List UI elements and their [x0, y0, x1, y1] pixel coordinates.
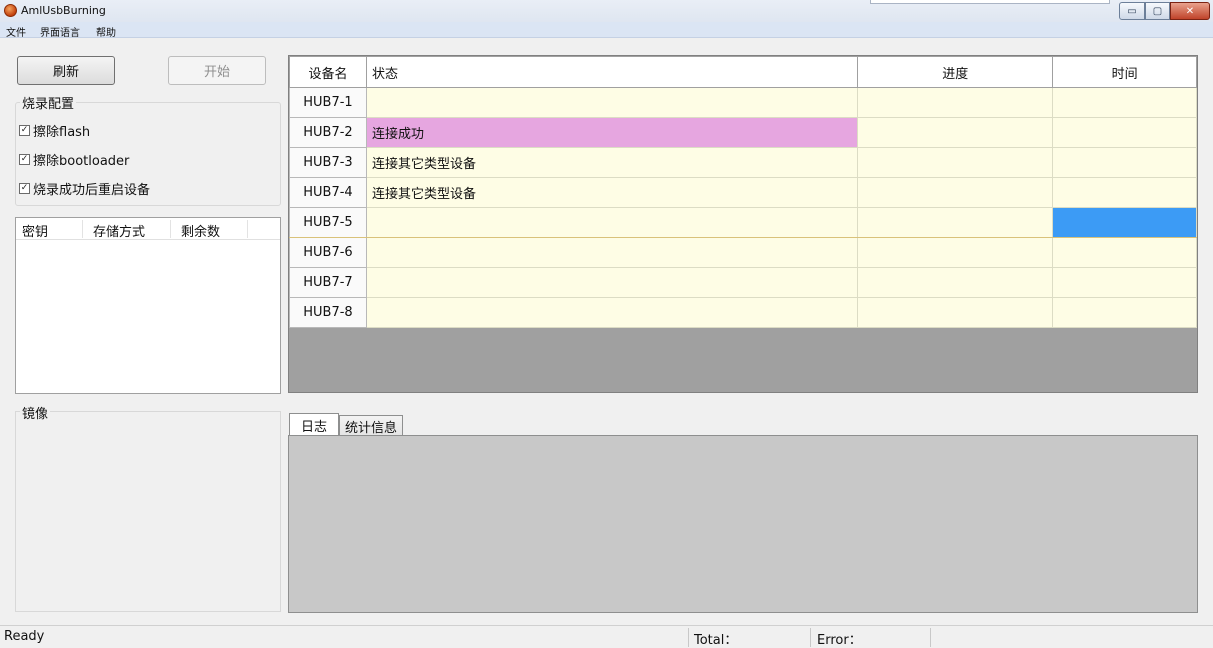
erase-flash-option[interactable]: ✓ 擦除flash	[19, 121, 90, 140]
status-divider	[810, 628, 811, 647]
total-label: Total：	[694, 633, 738, 648]
device-grid: 设备名 状态 进度 时间 HUB7-1 HUB7-2 连接成功 HUB7-3 连…	[288, 55, 1198, 393]
progress-cell[interactable]	[857, 237, 1054, 268]
status-bar: Ready Total： Error：	[0, 625, 1213, 648]
maximize-button[interactable]: ▢	[1145, 2, 1170, 20]
time-cell[interactable]	[1052, 237, 1197, 268]
table-row[interactable]: HUB7-3 连接其它类型设备	[289, 147, 1197, 178]
mirror-title: 镜像	[20, 403, 51, 422]
table-row[interactable]: HUB7-2 连接成功	[289, 117, 1197, 148]
progress-header[interactable]: 进度	[857, 56, 1054, 88]
table-row[interactable]: HUB7-8	[289, 297, 1197, 328]
title-bar-decoration	[870, 0, 1110, 4]
progress-cell[interactable]	[857, 267, 1054, 298]
key-column-header[interactable]: 密钥	[22, 221, 48, 240]
progress-cell[interactable]	[857, 207, 1054, 238]
status-divider	[688, 628, 689, 647]
status-cell[interactable]	[365, 297, 859, 328]
key-list-header: 密钥 存储方式 剩余数	[16, 218, 280, 240]
time-cell-selected[interactable]	[1052, 207, 1197, 238]
start-button[interactable]: 开始	[168, 56, 266, 85]
status-cell[interactable]: 连接其它类型设备	[365, 147, 859, 178]
burn-config-title: 烧录配置	[20, 93, 77, 112]
app-icon	[4, 4, 17, 17]
device-name-cell[interactable]: HUB7-6	[289, 237, 367, 268]
time-header[interactable]: 时间	[1052, 56, 1197, 88]
progress-cell[interactable]	[857, 117, 1054, 148]
key-list[interactable]: 密钥 存储方式 剩余数	[15, 217, 281, 394]
time-cell[interactable]	[1052, 267, 1197, 298]
menu-language[interactable]: 界面语言	[40, 24, 80, 39]
erase-bootloader-checkbox[interactable]: ✓	[19, 154, 30, 165]
table-row[interactable]: HUB7-6	[289, 237, 1197, 268]
status-cell[interactable]: 连接其它类型设备	[365, 177, 859, 208]
status-divider	[930, 628, 931, 647]
erase-bootloader-label: 擦除bootloader	[33, 154, 130, 169]
erase-flash-label: 擦除flash	[33, 125, 91, 140]
time-cell[interactable]	[1052, 297, 1197, 328]
storage-column-header[interactable]: 存储方式	[93, 221, 145, 240]
progress-cell[interactable]	[857, 87, 1054, 118]
status-text: Ready	[4, 629, 45, 644]
time-cell[interactable]	[1052, 117, 1197, 148]
menu-bar: 文件 界面语言 帮助	[0, 22, 1213, 39]
device-name-cell[interactable]: HUB7-2	[289, 117, 367, 148]
tab-statistics[interactable]: 统计信息	[339, 415, 403, 436]
progress-cell[interactable]	[857, 147, 1054, 178]
menu-file[interactable]: 文件	[6, 24, 26, 39]
device-name-cell[interactable]: HUB7-1	[289, 87, 367, 118]
reboot-after-burn-checkbox[interactable]: ✓	[19, 183, 30, 194]
table-row[interactable]: HUB7-7	[289, 267, 1197, 298]
table-row[interactable]: HUB7-1	[289, 87, 1197, 118]
device-name-cell[interactable]: HUB7-8	[289, 297, 367, 328]
remaining-column-header[interactable]: 剩余数	[181, 221, 220, 240]
error-label: Error：	[817, 633, 862, 648]
title-bar: AmlUsbBurning ▭ ▢ ✕	[0, 0, 1213, 22]
menu-help[interactable]: 帮助	[96, 24, 116, 39]
status-cell[interactable]	[365, 237, 859, 268]
log-area[interactable]	[288, 435, 1198, 613]
column-divider	[82, 220, 83, 238]
erase-flash-checkbox[interactable]: ✓	[19, 125, 30, 136]
progress-cell[interactable]	[857, 297, 1054, 328]
window-title: AmlUsbBurning	[21, 4, 106, 17]
status-cell[interactable]	[365, 267, 859, 298]
device-name-header[interactable]: 设备名	[289, 56, 367, 88]
column-divider	[170, 220, 171, 238]
mirror-group	[15, 411, 281, 612]
progress-cell[interactable]	[857, 177, 1054, 208]
table-row-selected[interactable]: HUB7-5	[289, 207, 1197, 238]
column-divider	[247, 220, 248, 238]
reboot-after-burn-option[interactable]: ✓ 烧录成功后重启设备	[19, 179, 150, 198]
tab-log[interactable]: 日志	[289, 413, 339, 436]
refresh-button[interactable]: 刷新	[17, 56, 115, 85]
status-cell[interactable]: 连接成功	[365, 117, 859, 148]
device-name-cell[interactable]: HUB7-7	[289, 267, 367, 298]
minimize-button[interactable]: ▭	[1119, 2, 1145, 20]
status-header[interactable]: 状态	[365, 56, 859, 88]
time-cell[interactable]	[1052, 147, 1197, 178]
device-name-cell[interactable]: HUB7-4	[289, 177, 367, 208]
status-cell[interactable]	[365, 207, 859, 238]
table-row[interactable]: HUB7-4 连接其它类型设备	[289, 177, 1197, 208]
device-name-cell[interactable]: HUB7-3	[289, 147, 367, 178]
time-cell[interactable]	[1052, 87, 1197, 118]
erase-bootloader-option[interactable]: ✓ 擦除bootloader	[19, 150, 129, 169]
reboot-after-burn-label: 烧录成功后重启设备	[33, 183, 151, 198]
status-cell[interactable]	[365, 87, 859, 118]
device-name-cell[interactable]: HUB7-5	[289, 207, 367, 238]
time-cell[interactable]	[1052, 177, 1197, 208]
close-button[interactable]: ✕	[1170, 2, 1210, 20]
